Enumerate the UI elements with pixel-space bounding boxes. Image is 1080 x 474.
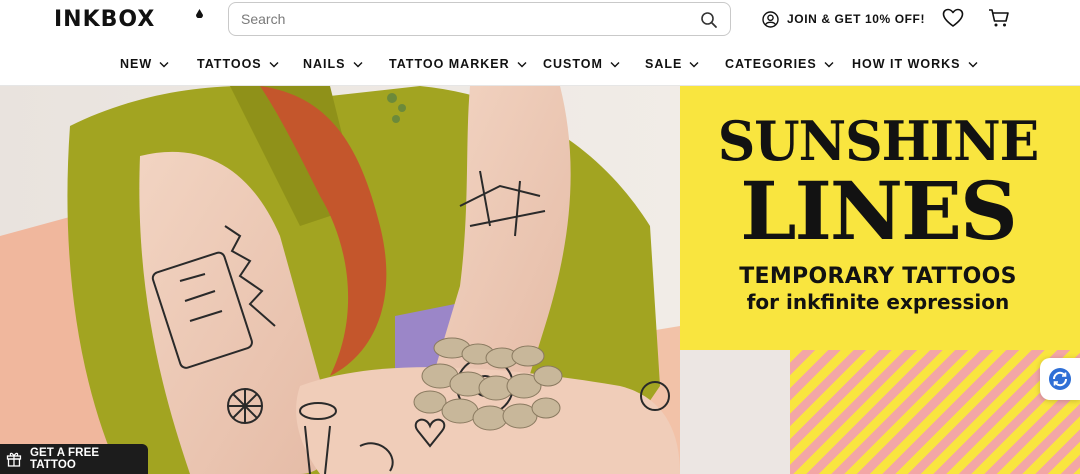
- hero-headline-top: SUNSHINE: [717, 109, 1040, 174]
- chevron-down-icon: [689, 61, 699, 67]
- chevron-down-icon: [159, 61, 169, 67]
- nav-item-nails[interactable]: NAILS: [303, 52, 363, 76]
- translate-icon: [1049, 368, 1071, 390]
- free-tattoo-button[interactable]: GET A FREE TATTOO: [0, 444, 148, 474]
- nav-label: NEW: [120, 57, 153, 71]
- nav-label: TATTOO MARKER: [389, 57, 510, 71]
- striped-pattern: [790, 350, 1080, 474]
- chevron-down-icon: [824, 61, 834, 67]
- user-circle-icon: [762, 10, 779, 28]
- main-nav: NEW TATTOOS NAILS TATTOO MARKER CUSTOM S…: [0, 52, 1080, 76]
- search-box[interactable]: [228, 2, 731, 36]
- nav-label: CUSTOM: [543, 57, 603, 71]
- site-header: INKBOX JOIN & GET 10% OFF! NEW TATTOOS: [0, 0, 1080, 86]
- join-label: JOIN & GET 10% OFF!: [787, 12, 926, 26]
- heart-icon[interactable]: [942, 8, 964, 28]
- nav-item-custom[interactable]: CUSTOM: [543, 52, 620, 76]
- logo-drop-icon: [196, 9, 203, 18]
- nav-label: SALE: [645, 57, 683, 71]
- nav-item-tattoo-marker[interactable]: TATTOO MARKER: [389, 52, 527, 76]
- nav-label: HOW IT WORKS: [852, 57, 961, 71]
- nav-label: TATTOOS: [197, 57, 262, 71]
- free-tattoo-label: GET A FREE TATTOO: [29, 447, 100, 471]
- hero-photo: [0, 86, 680, 474]
- photo-strip: [680, 350, 790, 474]
- search-input[interactable]: [241, 9, 681, 29]
- nav-item-new[interactable]: NEW: [120, 52, 169, 76]
- inkbox-logo[interactable]: INKBOX: [54, 7, 155, 32]
- nav-label: CATEGORIES: [725, 57, 817, 71]
- nav-item-tattoos[interactable]: TATTOOS: [197, 52, 279, 76]
- nav-label: NAILS: [303, 57, 346, 71]
- hero-banner[interactable]: SUNSHINE LINES TEMPORARY TATTOOS for ink…: [0, 86, 1080, 474]
- cart-icon[interactable]: [988, 8, 1010, 28]
- hero-headline-main: LINES: [740, 164, 1018, 258]
- chevron-down-icon: [269, 61, 279, 67]
- nav-item-sale[interactable]: SALE: [645, 52, 699, 76]
- hero-subheading: TEMPORARY TATTOOS: [739, 264, 1017, 289]
- hero-tagline: for inkfinite expression: [746, 290, 1010, 314]
- chevron-down-icon: [353, 61, 362, 67]
- gift-icon: [6, 452, 22, 467]
- nav-item-categories[interactable]: CATEGORIES: [725, 52, 834, 76]
- join-discount-link[interactable]: JOIN & GET 10% OFF!: [762, 9, 925, 29]
- chevron-down-icon: [968, 61, 978, 67]
- search-icon[interactable]: [700, 11, 718, 29]
- nav-item-how-it-works[interactable]: HOW IT WORKS: [852, 52, 978, 76]
- translate-widget-button[interactable]: [1040, 358, 1080, 400]
- chevron-down-icon: [517, 61, 527, 67]
- chevron-down-icon: [610, 61, 620, 67]
